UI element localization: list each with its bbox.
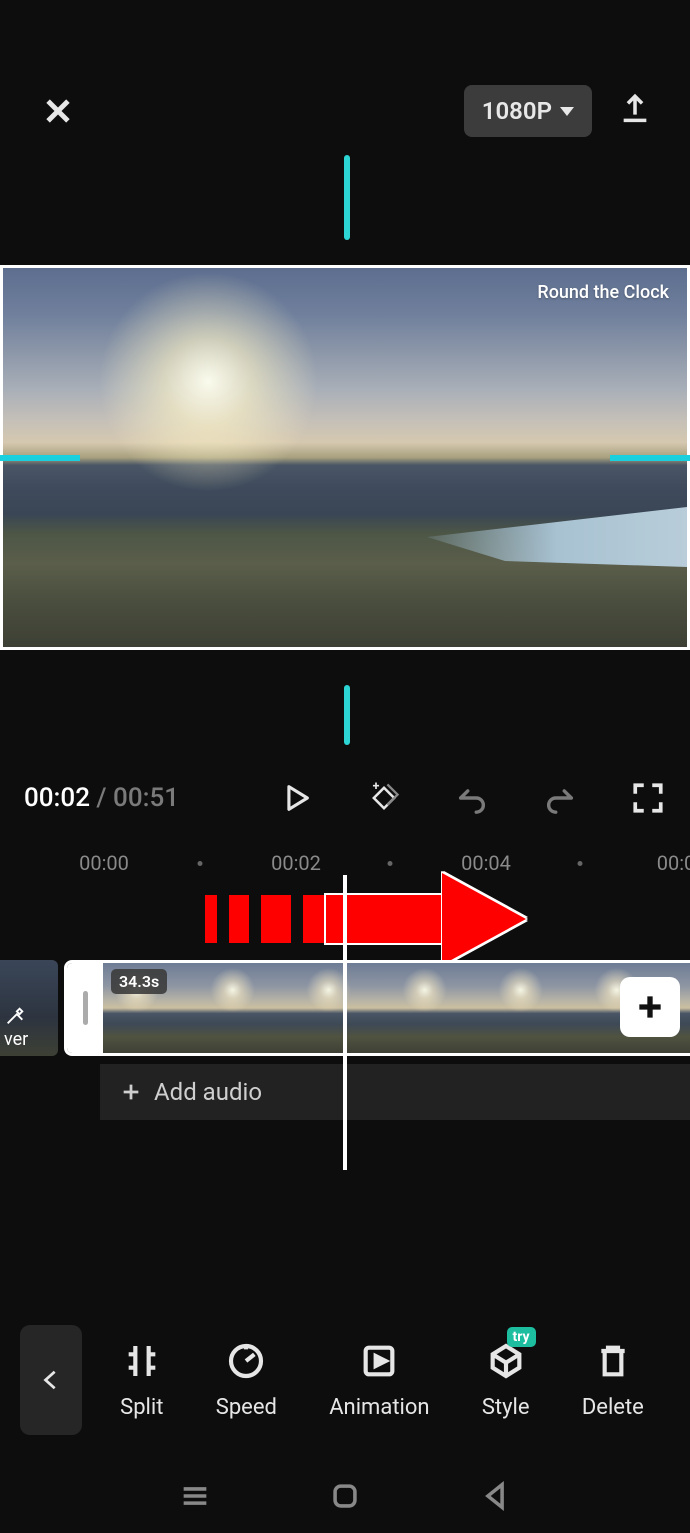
total-time: 00:51 — [113, 783, 179, 813]
tool-style[interactable]: try Style — [482, 1341, 530, 1420]
crop-guide-right — [610, 455, 690, 461]
video-preview[interactable]: Round the Clock — [0, 265, 690, 650]
play-button[interactable] — [278, 780, 314, 816]
redo-button[interactable] — [542, 780, 578, 816]
back-icon[interactable] — [478, 1479, 512, 1517]
annotation-arrow-head — [442, 873, 526, 965]
crop-guide-left — [0, 455, 80, 461]
tool-speed[interactable]: Speed — [216, 1341, 277, 1420]
undo-button[interactable] — [454, 780, 490, 816]
playhead-marker-top — [344, 155, 350, 240]
playhead-marker-bottom — [344, 685, 350, 745]
clip-trim-handle-left[interactable] — [67, 963, 103, 1053]
time-display: 00:02 / 00:51 — [24, 783, 179, 813]
resolution-label: 1080P — [482, 97, 552, 125]
add-audio-button[interactable]: Add audio — [100, 1064, 690, 1120]
timeline-playhead[interactable] — [343, 875, 347, 1170]
resolution-selector[interactable]: 1080P — [464, 85, 592, 137]
current-time: 00:02 — [24, 783, 90, 813]
export-button[interactable] — [618, 92, 652, 130]
timeline-ruler[interactable]: 00:00 00:02 00:04 00:0 — [0, 848, 690, 878]
system-navigation — [0, 1479, 690, 1517]
watermark-text: Round the Clock — [537, 282, 669, 303]
toolbar-back-button[interactable] — [20, 1325, 82, 1435]
keyframe-button[interactable]: + — [366, 780, 402, 816]
close-button[interactable] — [38, 91, 78, 131]
fullscreen-button[interactable] — [630, 780, 666, 816]
home-icon[interactable] — [328, 1479, 362, 1517]
try-badge: try — [507, 1327, 536, 1347]
clip-duration-badge: 34.3s — [111, 969, 167, 994]
cover-clip[interactable]: ver — [0, 960, 58, 1056]
add-clip-button[interactable] — [620, 977, 680, 1037]
annotation-arrow-trail — [205, 895, 343, 943]
preview-image — [3, 268, 687, 647]
tool-delete[interactable]: Delete — [582, 1341, 644, 1420]
video-clip[interactable]: 34.3s — [64, 960, 690, 1056]
clip-thumbnails — [103, 963, 690, 1053]
chevron-down-icon — [560, 107, 574, 116]
annotation-arrow-body — [324, 893, 444, 945]
tool-animation[interactable]: Animation — [329, 1341, 429, 1420]
recents-icon[interactable] — [178, 1479, 212, 1517]
tool-split[interactable]: Split — [120, 1341, 163, 1420]
svg-text:+: + — [373, 781, 380, 794]
